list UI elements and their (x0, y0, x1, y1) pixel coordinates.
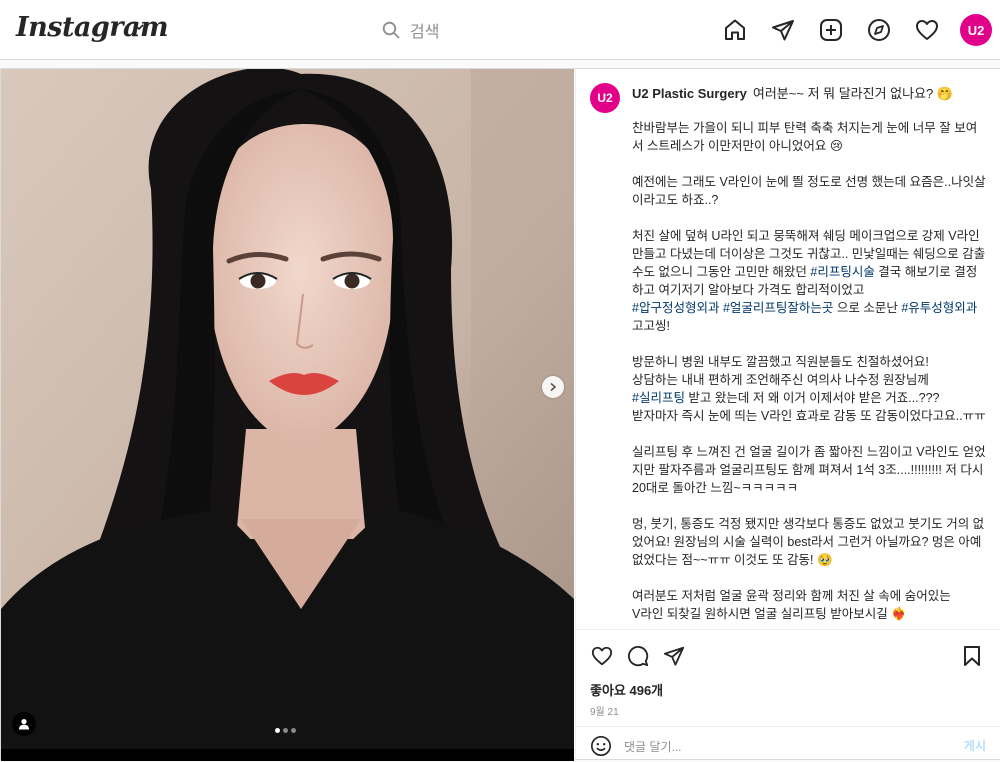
person-icon (19, 719, 29, 730)
caption-text: 실리프팅 후 느껴진 건 얼굴 길이가 좀 짧아진 느낌이고 V라인도 얻었지만… (632, 445, 987, 495)
post-comment-button[interactable]: 게시 (964, 737, 986, 754)
home-icon[interactable] (722, 17, 748, 43)
caption-text: 받고 왔는데 저 왜 이거 이제서야 받은 거죠...??? 받자마자 즉시 눈… (632, 391, 986, 423)
caption-text: 찬바람부는 가을이 되니 피부 탄력 축축 처지는게 눈에 너무 잘 보여서 스… (632, 121, 986, 207)
carousel-dot (291, 728, 296, 733)
caption-body: 찬바람부는 가을이 되니 피부 탄력 축축 처지는게 눈에 너무 잘 보여서 스… (632, 119, 986, 629)
chevron-right-icon (550, 382, 557, 392)
caption-paragraph: 여러분도 저처럼 얼굴 윤곽 정리와 함께 처진 살 속에 숨어있는 V라인 되… (632, 587, 986, 623)
author-avatar[interactable]: U2 (590, 83, 620, 113)
search-box[interactable]: 검색 (382, 18, 439, 42)
comment-input[interactable]: 댓글 달기... (624, 738, 682, 755)
photo-bottom-strip (1, 749, 574, 761)
tagged-users-button[interactable] (12, 712, 36, 736)
post-side-panel: U2 U2 Plastic Surgery 여러분~~ 저 뭐 달라진거 없나요?… (575, 69, 1000, 761)
caption-header: U2 U2 Plastic Surgery 여러분~~ 저 뭐 달라진거 없나요?… (590, 75, 986, 113)
emoji-icon[interactable] (590, 735, 612, 757)
share-icon[interactable] (662, 644, 686, 668)
caption-paragraph: 방문하니 병원 내부도 깔끔했고 직원분들도 친절하셨어요! 상담하는 내내 편… (632, 353, 986, 425)
search-icon (382, 21, 400, 39)
new-post-icon[interactable] (818, 17, 844, 43)
nav-icons: U2 (700, 14, 1000, 46)
hashtag-link[interactable]: #실리프팅 (632, 391, 685, 405)
profile-avatar[interactable]: U2 (960, 14, 992, 46)
caption-first-line: U2 Plastic Surgery 여러분~~ 저 뭐 달라진거 없나요? 🤭 (632, 75, 953, 103)
top-navigation-bar: Instagram 검색 U2 (0, 0, 1000, 60)
carousel-dot (275, 728, 280, 733)
carousel-dot (283, 728, 288, 733)
caption-text: 멍, 붓기, 통증도 걱정 됐지만 생각보다 통증도 없었고 붓기도 거의 없었… (632, 517, 985, 567)
portrait-photo (1, 69, 574, 749)
hashtag-link[interactable]: #유투성형외과 (901, 301, 977, 315)
post-actions-section: 좋아요 496개 9월 21 댓글 달기... 게시 (576, 629, 1000, 761)
action-buttons (590, 644, 686, 668)
explore-compass-icon[interactable] (866, 17, 892, 43)
save-bookmark-icon[interactable] (960, 644, 984, 668)
hashtag-link[interactable]: #압구정성형외과 (632, 301, 719, 315)
author-username[interactable]: U2 Plastic Surgery (632, 86, 747, 101)
hashtag-link[interactable]: #얼굴리프팅잘하는곳 (723, 301, 833, 315)
hashtag-link[interactable]: #리프팅시술 (810, 265, 874, 279)
direct-message-icon[interactable] (770, 17, 796, 43)
search-input[interactable]: 검색 (410, 18, 439, 42)
post-dialog: U2 U2 Plastic Surgery 여러분~~ 저 뭐 달라진거 없나요?… (0, 68, 1000, 761)
comment-composer: 댓글 달기... 게시 (576, 726, 1000, 762)
likes-count[interactable]: 좋아요 496개 (590, 680, 663, 699)
comment-icon[interactable] (626, 644, 650, 668)
caption-text: 방문하니 병원 내부도 깔끔했고 직원분들도 친절하셨어요! 상담하는 내내 편… (632, 355, 929, 387)
caption-intro: 여러분~~ 저 뭐 달라진거 없나요? 🤭 (752, 86, 954, 101)
caption-text: 으로 소문난 (833, 301, 902, 315)
caption-scroll-area[interactable]: U2 U2 Plastic Surgery 여러분~~ 저 뭐 달라진거 없나요?… (576, 69, 1000, 629)
post-date[interactable]: 9월 21 (590, 703, 619, 718)
carousel-indicator (275, 728, 296, 733)
caption-paragraph: 찬바람부는 가을이 되니 피부 탄력 축축 처지는게 눈에 너무 잘 보여서 스… (632, 119, 986, 209)
carousel-next-button[interactable] (542, 376, 564, 398)
post-photo[interactable] (1, 69, 574, 749)
caption-text: 여러분도 저처럼 얼굴 윤곽 정리와 함께 처진 살 속에 숨어있는 V라인 되… (632, 589, 951, 621)
like-heart-icon[interactable] (590, 644, 614, 668)
chevron-down-icon[interactable] (132, 20, 146, 34)
caption-paragraph: 실리프팅 후 느껴진 건 얼굴 길이가 좀 짧아진 느낌이고 V라인도 얻었지만… (632, 443, 986, 497)
activity-heart-icon[interactable] (914, 17, 940, 43)
caption-paragraph: 멍, 붓기, 통증도 걱정 됐지만 생각보다 통증도 없었고 붓기도 거의 없었… (632, 515, 986, 569)
caption-paragraph: 처진 살에 덮혀 U라인 되고 뭉뚝해져 쉐딩 메이크업으로 강제 V라인 만들… (632, 227, 986, 335)
